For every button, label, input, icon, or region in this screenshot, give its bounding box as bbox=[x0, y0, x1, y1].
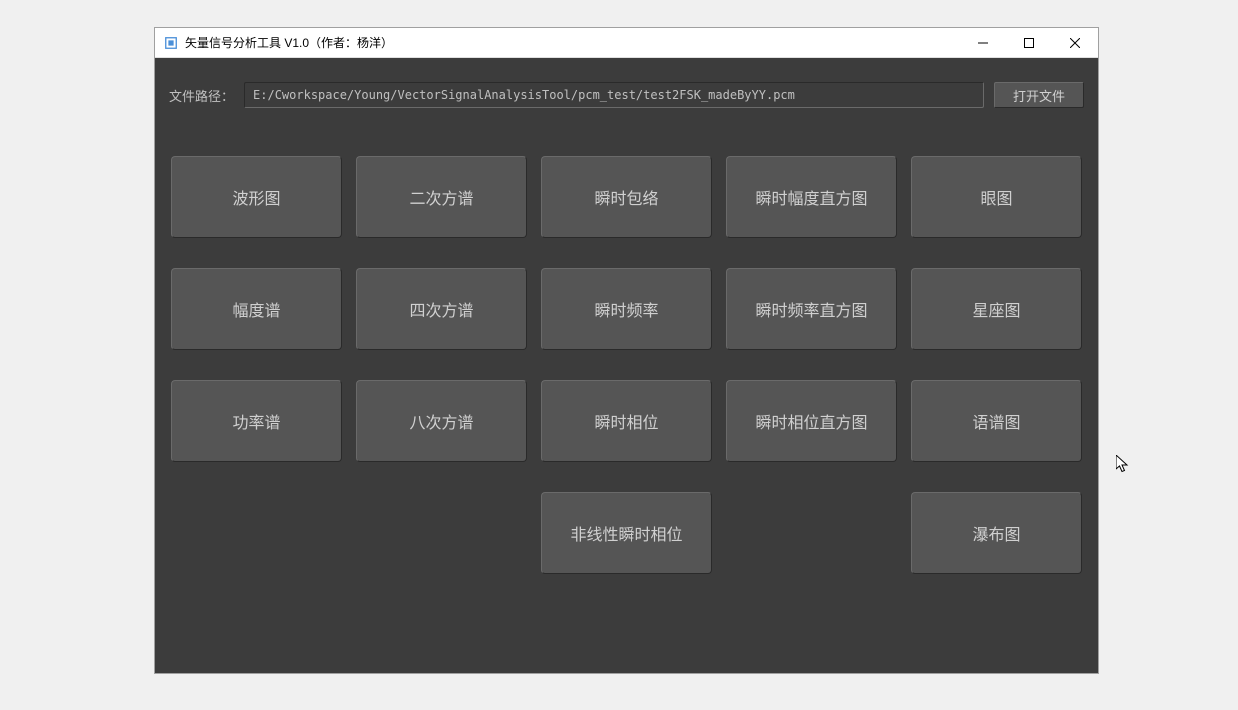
power-spectrum-button[interactable]: 功率谱 bbox=[171, 380, 342, 462]
instantaneous-frequency-histogram-button[interactable]: 瞬时频率直方图 bbox=[726, 268, 897, 350]
analysis-button-grid: 波形图 二次方谱 瞬时包络 瞬时幅度直方图 眼图 幅度谱 四次方谱 瞬时频率 瞬… bbox=[169, 156, 1084, 574]
titlebar: 矢量信号分析工具 V1.0（作者：杨洋） bbox=[155, 28, 1098, 58]
window-title: 矢量信号分析工具 V1.0（作者：杨洋） bbox=[185, 34, 960, 51]
filepath-input[interactable] bbox=[244, 82, 984, 108]
app-icon bbox=[163, 35, 179, 51]
main-window: 矢量信号分析工具 V1.0（作者：杨洋） 文件路径： 打开文件 波形图 二次方谱… bbox=[154, 27, 1099, 674]
instantaneous-phase-button[interactable]: 瞬时相位 bbox=[541, 380, 712, 462]
waterfall-plot-button[interactable]: 瀑布图 bbox=[911, 492, 1082, 574]
open-file-button[interactable]: 打开文件 bbox=[994, 82, 1084, 108]
fourth-power-spectrum-button[interactable]: 四次方谱 bbox=[356, 268, 527, 350]
nonlinear-instantaneous-phase-button[interactable]: 非线性瞬时相位 bbox=[541, 492, 712, 574]
instantaneous-envelope-button[interactable]: 瞬时包络 bbox=[541, 156, 712, 238]
maximize-button[interactable] bbox=[1006, 28, 1052, 57]
filepath-row: 文件路径： 打开文件 bbox=[169, 82, 1084, 108]
empty-cell bbox=[171, 492, 342, 574]
spectrogram-button[interactable]: 语谱图 bbox=[911, 380, 1082, 462]
content-area: 文件路径： 打开文件 波形图 二次方谱 瞬时包络 瞬时幅度直方图 眼图 幅度谱 … bbox=[155, 58, 1098, 673]
instantaneous-phase-histogram-button[interactable]: 瞬时相位直方图 bbox=[726, 380, 897, 462]
second-power-spectrum-button[interactable]: 二次方谱 bbox=[356, 156, 527, 238]
amplitude-spectrum-button[interactable]: 幅度谱 bbox=[171, 268, 342, 350]
eye-diagram-button[interactable]: 眼图 bbox=[911, 156, 1082, 238]
instantaneous-amplitude-histogram-button[interactable]: 瞬时幅度直方图 bbox=[726, 156, 897, 238]
empty-cell bbox=[356, 492, 527, 574]
minimize-button[interactable] bbox=[960, 28, 1006, 57]
eighth-power-spectrum-button[interactable]: 八次方谱 bbox=[356, 380, 527, 462]
mouse-cursor-icon bbox=[1116, 455, 1132, 475]
filepath-label: 文件路径： bbox=[169, 86, 234, 105]
close-button[interactable] bbox=[1052, 28, 1098, 57]
window-controls bbox=[960, 28, 1098, 57]
constellation-diagram-button[interactable]: 星座图 bbox=[911, 268, 1082, 350]
instantaneous-frequency-button[interactable]: 瞬时频率 bbox=[541, 268, 712, 350]
empty-cell bbox=[726, 492, 897, 574]
waveform-button[interactable]: 波形图 bbox=[171, 156, 342, 238]
